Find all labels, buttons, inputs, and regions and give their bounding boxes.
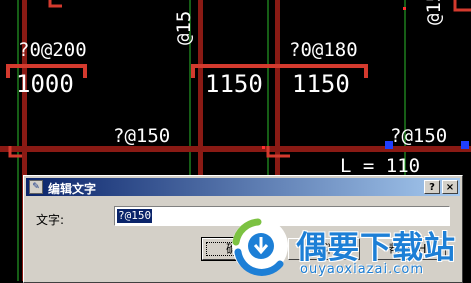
point-marker bbox=[403, 7, 406, 10]
rebar-label[interactable]: ?0@180 bbox=[289, 39, 358, 61]
help-title-button[interactable]: ? bbox=[424, 180, 440, 194]
grip-handle[interactable] bbox=[461, 141, 469, 149]
brand-url: ouyaoxiazai.com bbox=[300, 262, 424, 277]
brand-name: 偶要下载站 bbox=[296, 230, 456, 266]
rebar-label-vertical[interactable]: @15 bbox=[173, 11, 195, 45]
rebar-label-selected[interactable]: ?@150 bbox=[390, 125, 447, 147]
grip-handle[interactable] bbox=[385, 141, 393, 149]
text-field-label: 文字: bbox=[36, 213, 65, 227]
dialog-titlebar[interactable]: ✎ 编辑文字 ? × bbox=[26, 178, 460, 196]
rebar-label[interactable]: ?@150 bbox=[113, 125, 170, 147]
partial-label: L = 110 bbox=[340, 155, 420, 177]
text-input-value: ?@150 bbox=[117, 209, 153, 223]
download-site-logo-icon bbox=[232, 218, 288, 276]
close-button[interactable]: × bbox=[442, 180, 458, 194]
length-label[interactable]: 1150 bbox=[292, 70, 350, 98]
edit-text-icon: ✎ bbox=[29, 180, 43, 194]
dialog-title: 编辑文字 bbox=[48, 182, 97, 196]
rebar-hook bbox=[453, 0, 471, 12]
rebar-label[interactable]: ?0@200 bbox=[18, 39, 87, 61]
length-label[interactable]: 1000 bbox=[16, 70, 74, 98]
point-marker bbox=[262, 146, 265, 149]
rebar-hook bbox=[48, 0, 62, 8]
watermark: 偶要下载站 ouyaoxiazai.com bbox=[228, 212, 471, 281]
length-label[interactable]: 1150 bbox=[205, 70, 263, 98]
rebar-label-vertical[interactable]: @15 bbox=[423, 0, 445, 25]
